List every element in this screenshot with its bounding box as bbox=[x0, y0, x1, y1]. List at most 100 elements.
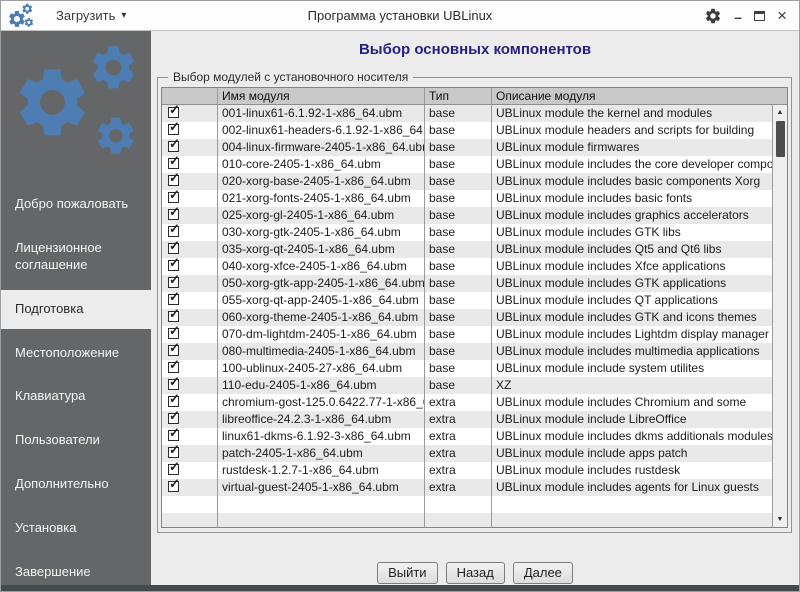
header-module-name[interactable]: Имя модуля bbox=[218, 88, 425, 104]
module-type-cell: base bbox=[425, 173, 492, 190]
header-description[interactable]: Описание модуля bbox=[492, 88, 787, 104]
module-type-cell: base bbox=[425, 343, 492, 360]
table-row[interactable]: ✓ 040-xorg-xfce-2405-1-x86_64.ubm base U… bbox=[162, 258, 772, 275]
checkbox-checked-icon[interactable]: ✓ bbox=[168, 107, 179, 118]
module-type-cell: extra bbox=[425, 445, 492, 462]
sidebar-item-9[interactable]: Завершение bbox=[1, 553, 151, 585]
table-row[interactable]: ✓ 080-multimedia-2405-1-x86_64.ubm base … bbox=[162, 343, 772, 360]
exit-button[interactable]: Выйти bbox=[377, 562, 438, 584]
vertical-scrollbar[interactable]: ▲ ▼ bbox=[772, 105, 787, 527]
checkbox-checked-icon[interactable]: ✓ bbox=[168, 226, 179, 237]
table-row[interactable]: ✓ patch-2405-1-x86_64.ubm extra UBLinux … bbox=[162, 445, 772, 462]
checkbox-checked-icon[interactable]: ✓ bbox=[168, 345, 179, 356]
table-row[interactable]: ✓ 070-dm-lightdm-2405-1-x86_64.ubm base … bbox=[162, 326, 772, 343]
module-desc-cell: UBLinux module includes QT applications bbox=[492, 292, 772, 309]
header-type[interactable]: Тип bbox=[425, 88, 492, 104]
table-row[interactable]: ✓ 060-xorg-theme-2405-1-x86_64.ubm base … bbox=[162, 309, 772, 326]
table-row[interactable]: ✓ 021-xorg-fonts-2405-1-x86_64.ubm base … bbox=[162, 190, 772, 207]
table-row[interactable]: ✓ libreoffice-24.2.3-1-x86_64.ubm extra … bbox=[162, 411, 772, 428]
checkbox-checked-icon[interactable]: ✓ bbox=[168, 447, 179, 458]
table-row[interactable]: ✓ 055-xorg-qt-app-2405-1-x86_64.ubm base… bbox=[162, 292, 772, 309]
table-row[interactable]: ✓ 100-ublinux-2405-27-x86_64.ubm base UB… bbox=[162, 360, 772, 377]
sidebar-item-5[interactable]: Клавиатура bbox=[1, 377, 151, 416]
module-desc-cell: UBLinux module includes dkms additionals… bbox=[492, 428, 772, 445]
checkbox-checked-icon[interactable]: ✓ bbox=[168, 413, 179, 424]
sidebar: Добро пожаловать Лицензионное соглашение… bbox=[1, 31, 151, 585]
module-desc-cell: UBLinux module the kernel and modules bbox=[492, 105, 772, 122]
module-name-cell: 001-linux61-6.1.92-1-x86_64.ubm bbox=[218, 105, 425, 122]
checkbox-checked-icon[interactable]: ✓ bbox=[168, 175, 179, 186]
sidebar-item-2[interactable]: Лицензионное соглашение bbox=[1, 229, 151, 285]
table-row[interactable]: ✓ 050-xorg-gtk-app-2405-1-x86_64.ubm bas… bbox=[162, 275, 772, 292]
checkbox-checked-icon[interactable]: ✓ bbox=[168, 124, 179, 135]
table-row[interactable]: ✓ chromium-gost-125.0.6422.77-1-x86_64.u… bbox=[162, 394, 772, 411]
checkbox-checked-icon[interactable]: ✓ bbox=[168, 396, 179, 407]
table-row[interactable]: ✓ 004-linux-firmware-2405-1-x86_64.ubm b… bbox=[162, 139, 772, 156]
module-desc-cell: UBLinux module includes basic components… bbox=[492, 173, 772, 190]
sidebar-item-8[interactable]: Установка bbox=[1, 509, 151, 548]
checkbox-checked-icon[interactable]: ✓ bbox=[168, 158, 179, 169]
back-button[interactable]: Назад bbox=[446, 562, 505, 584]
module-type-cell: extra bbox=[425, 462, 492, 479]
scrollbar-thumb[interactable] bbox=[776, 121, 785, 157]
checkbox-checked-icon[interactable]: ✓ bbox=[168, 192, 179, 203]
table-row[interactable]: ✓ 020-xorg-base-2405-1-x86_64.ubm base U… bbox=[162, 173, 772, 190]
module-name-cell: linux61-dkms-6.1.92-3-x86_64.ubm bbox=[218, 428, 425, 445]
table-row[interactable]: ✓ linux61-dkms-6.1.92-3-x86_64.ubm extra… bbox=[162, 428, 772, 445]
sidebar-item-7[interactable]: Дополнительно bbox=[1, 465, 151, 504]
sidebar-item-3[interactable]: Подготовка bbox=[1, 290, 151, 329]
table-row[interactable]: ✓ 002-linux61-headers-6.1.92-1-x86_64.ub… bbox=[162, 122, 772, 139]
module-name-cell: 070-dm-lightdm-2405-1-x86_64.ubm bbox=[218, 326, 425, 343]
close-button[interactable]: × bbox=[777, 8, 787, 24]
checkbox-checked-icon[interactable]: ✓ bbox=[168, 294, 179, 305]
checkbox-checked-icon[interactable]: ✓ bbox=[168, 379, 179, 390]
table-row[interactable]: ✓ 035-xorg-qt-2405-1-x86_64.ubm base UBL… bbox=[162, 241, 772, 258]
row-checkbox-cell: ✓ bbox=[162, 275, 218, 292]
scroll-down-button[interactable]: ▼ bbox=[773, 512, 787, 527]
table-row[interactable]: ✓ 010-core-2405-1-x86_64.ubm base UBLinu… bbox=[162, 156, 772, 173]
header-checkbox-column bbox=[162, 88, 218, 104]
checkbox-checked-icon[interactable]: ✓ bbox=[168, 464, 179, 475]
checkbox-checked-icon[interactable]: ✓ bbox=[168, 243, 179, 254]
table-row[interactable]: ✓ 025-xorg-gl-2405-1-x86_64.ubm base UBL… bbox=[162, 207, 772, 224]
row-checkbox-cell: ✓ bbox=[162, 241, 218, 258]
checkbox-checked-icon[interactable]: ✓ bbox=[168, 328, 179, 339]
close-icon: × bbox=[777, 9, 787, 23]
checkbox-checked-icon[interactable]: ✓ bbox=[168, 277, 179, 288]
table-row[interactable]: ✓ 030-xorg-gtk-2405-1-x86_64.ubm base UB… bbox=[162, 224, 772, 241]
table-row[interactable]: ✓ 001-linux61-6.1.92-1-x86_64.ubm base U… bbox=[162, 105, 772, 122]
row-checkbox-cell: ✓ bbox=[162, 309, 218, 326]
settings-gear-icon[interactable] bbox=[704, 7, 722, 25]
load-button[interactable]: Загрузить ▾ bbox=[52, 6, 130, 25]
checkbox-checked-icon[interactable]: ✓ bbox=[168, 141, 179, 152]
module-desc-cell: UBLinux module includes graphics acceler… bbox=[492, 207, 772, 224]
sidebar-item-label: Добро пожаловать bbox=[15, 196, 128, 211]
checkbox-checked-icon[interactable]: ✓ bbox=[168, 430, 179, 441]
checkbox-checked-icon[interactable]: ✓ bbox=[168, 362, 179, 373]
module-type-cell: base bbox=[425, 139, 492, 156]
checkbox-checked-icon[interactable]: ✓ bbox=[168, 260, 179, 271]
gears-illustration bbox=[1, 39, 151, 171]
module-name-cell: 050-xorg-gtk-app-2405-1-x86_64.ubm bbox=[218, 275, 425, 292]
next-button[interactable]: Далее bbox=[513, 562, 573, 584]
table-row[interactable]: ✓ rustdesk-1.2.7-1-x86_64.ubm extra UBLi… bbox=[162, 462, 772, 479]
minimize-button[interactable]: – bbox=[734, 8, 742, 24]
module-name-cell: virtual-guest-2405-1-x86_64.ubm bbox=[218, 479, 425, 496]
table-row[interactable]: ✓ 110-edu-2405-1-x86_64.ubm base XZ bbox=[162, 377, 772, 394]
sidebar-item-4[interactable]: Местоположение bbox=[1, 334, 151, 373]
checkbox-checked-icon[interactable]: ✓ bbox=[168, 311, 179, 322]
module-name-cell: 030-xorg-gtk-2405-1-x86_64.ubm bbox=[218, 224, 425, 241]
sidebar-item-6[interactable]: Пользователи bbox=[1, 421, 151, 460]
module-desc-cell: UBLinux module includes rustdesk bbox=[492, 462, 772, 479]
checkbox-checked-icon[interactable]: ✓ bbox=[168, 209, 179, 220]
module-name-cell: 055-xorg-qt-app-2405-1-x86_64.ubm bbox=[218, 292, 425, 309]
module-desc-cell: UBLinux module includes basic fonts bbox=[492, 190, 772, 207]
sidebar-item-1[interactable]: Добро пожаловать bbox=[1, 185, 151, 224]
table-row[interactable]: ✓ virtual-guest-2405-1-x86_64.ubm extra … bbox=[162, 479, 772, 496]
maximize-button[interactable] bbox=[754, 8, 765, 24]
scroll-down-icon: ▼ bbox=[777, 516, 784, 523]
module-type-cell: extra bbox=[425, 428, 492, 445]
scroll-up-button[interactable]: ▲ bbox=[773, 105, 787, 120]
module-table: Имя модуля Тип Описание модуля ✓ 001-lin… bbox=[161, 87, 788, 528]
checkbox-checked-icon[interactable]: ✓ bbox=[168, 481, 179, 492]
